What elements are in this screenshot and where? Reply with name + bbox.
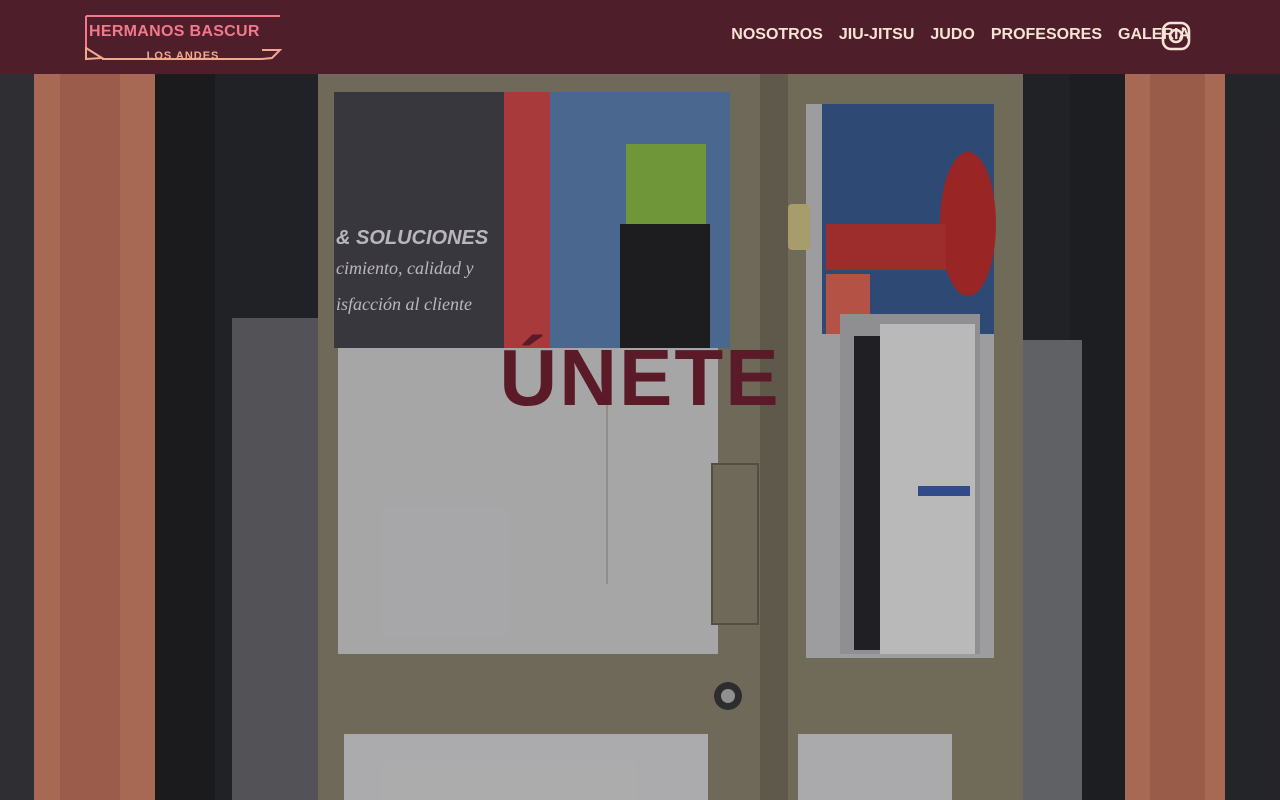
nav-link-judo[interactable]: JUDO xyxy=(930,26,974,44)
nav-link-profesores[interactable]: PROFESORES xyxy=(991,26,1102,44)
top-navbar: HERMANOS BASCUR LOS ANDES NOSOTROS JIU-J… xyxy=(0,0,1280,74)
hero-title: ÚNETE xyxy=(499,333,781,422)
main-nav: NOSOTROS JIU-JITSU JUDO PROFESORES GALER… xyxy=(731,26,1190,44)
brand-title: HERMANOS BASCUR xyxy=(89,23,260,40)
hero-dark-overlay xyxy=(0,74,1280,800)
hero-section: & SOLUCIONES cimiento, calidad y isfacci… xyxy=(0,74,1280,800)
nav-link-jiu-jitsu[interactable]: JIU-JITSU xyxy=(839,26,915,44)
brand-logo[interactable]: HERMANOS BASCUR LOS ANDES xyxy=(84,14,283,62)
brand-subtitle: LOS ANDES xyxy=(146,50,220,62)
nav-link-nosotros[interactable]: NOSOTROS xyxy=(731,26,823,44)
instagram-icon[interactable] xyxy=(1161,21,1191,51)
